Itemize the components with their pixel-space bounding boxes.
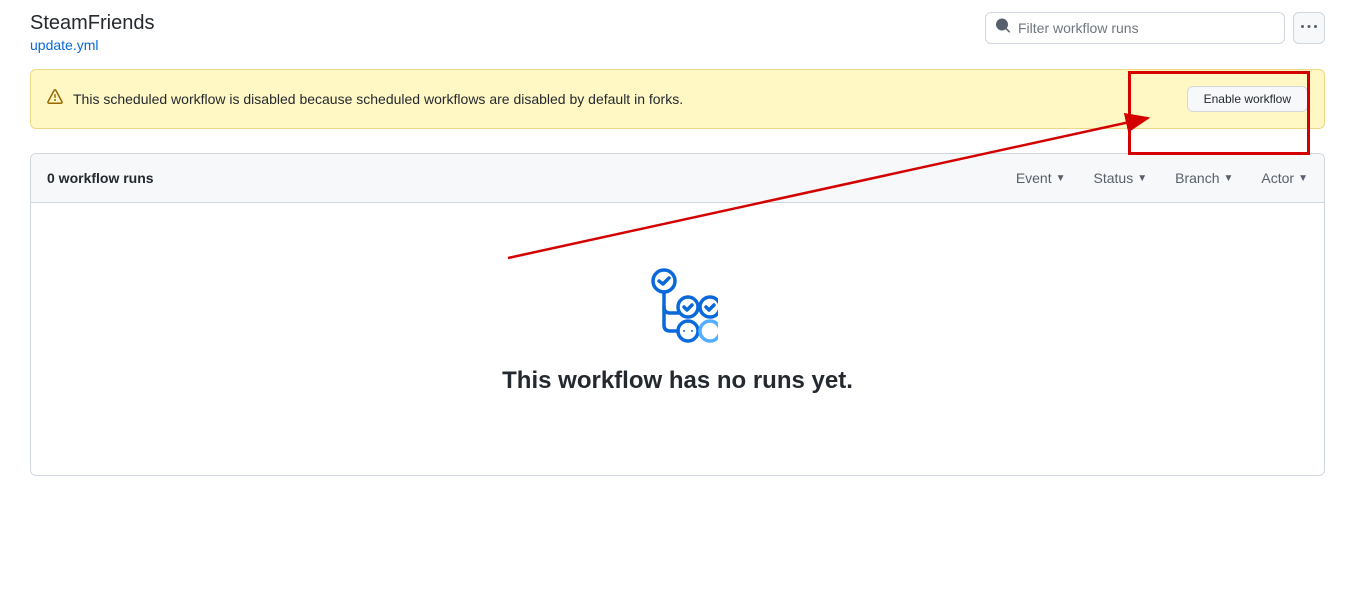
caret-down-icon: ▼ (1056, 173, 1066, 184)
workflow-file-link[interactable]: update.yml (30, 37, 155, 53)
more-actions-button[interactable] (1293, 12, 1325, 44)
filter-actor[interactable]: Actor▼ (1261, 170, 1308, 186)
runs-count-label: 0 workflow runs (47, 170, 154, 186)
workflow-empty-icon (638, 263, 718, 343)
alert-icon (47, 89, 63, 110)
filter-event[interactable]: Event▼ (1016, 170, 1066, 186)
kebab-icon (1301, 19, 1317, 38)
warning-message: This scheduled workflow is disabled beca… (73, 91, 683, 107)
enable-workflow-button[interactable]: Enable workflow (1187, 86, 1308, 112)
title-block: SteamFriends update.yml (30, 12, 155, 53)
runs-box: 0 workflow runs Event▼ Status▼ Branch▼ A… (30, 153, 1325, 476)
caret-down-icon: ▼ (1137, 173, 1147, 184)
runs-box-header: 0 workflow runs Event▼ Status▼ Branch▼ A… (31, 154, 1324, 203)
filter-status[interactable]: Status▼ (1094, 170, 1148, 186)
search-wrap (985, 12, 1285, 44)
disabled-workflow-warning: This scheduled workflow is disabled beca… (30, 69, 1325, 129)
page-title: SteamFriends (30, 12, 155, 35)
caret-down-icon: ▼ (1298, 173, 1308, 184)
empty-state: This workflow has no runs yet. (31, 203, 1324, 475)
search-icon (995, 18, 1011, 39)
empty-state-title: This workflow has no runs yet. (71, 367, 1284, 395)
filter-branch[interactable]: Branch▼ (1175, 170, 1233, 186)
filter-runs-input[interactable] (985, 12, 1285, 44)
caret-down-icon: ▼ (1224, 173, 1234, 184)
